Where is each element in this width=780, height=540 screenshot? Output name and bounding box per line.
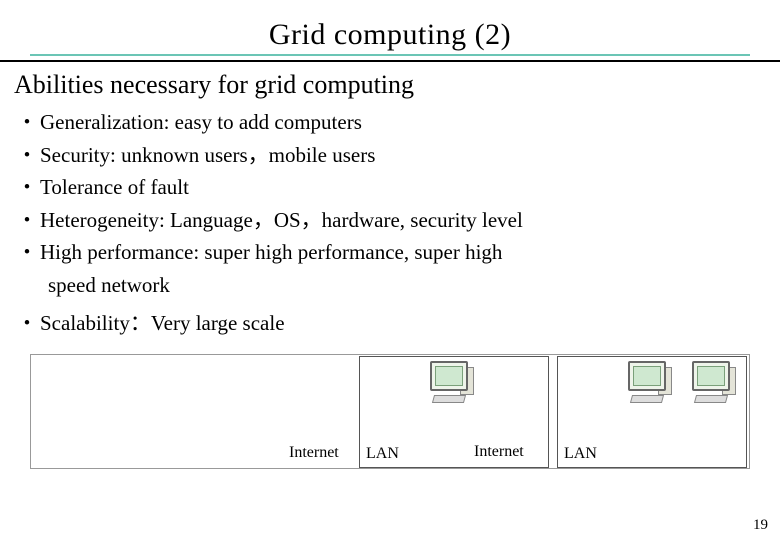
bullet-dot-icon: ・	[14, 236, 40, 269]
slide: Grid computing (2) Abilities necessary f…	[0, 0, 780, 540]
bullet-text: Generalization: easy to add computers	[40, 106, 766, 139]
bullet-item: ・ Scalability：Very large scale	[14, 307, 766, 340]
bullet-list: ・ Generalization: easy to add computers …	[0, 106, 780, 340]
screen-icon	[633, 366, 661, 386]
internet-label: Internet	[289, 444, 339, 462]
network-diagram: Internet LAN Internet LAN	[30, 354, 750, 469]
lan-box: LAN Internet	[359, 356, 549, 468]
lan-label: LAN	[564, 445, 597, 463]
bullet-dot-icon: ・	[14, 139, 40, 172]
bullet-dot-icon: ・	[14, 106, 40, 139]
monitor-icon	[628, 361, 666, 391]
bullet-dot-icon: ・	[14, 171, 40, 204]
title-underline	[30, 54, 750, 56]
bullet-continuation: speed network	[14, 269, 766, 302]
lan-box: LAN	[557, 356, 747, 468]
monitor-icon	[692, 361, 730, 391]
bullet-text: Scalability：Very large scale	[40, 307, 766, 340]
bullet-item: ・ Security: unknown users，mobile users	[14, 139, 766, 172]
bullet-item: ・ High performance: super high performan…	[14, 236, 766, 269]
computer-icon	[426, 361, 472, 415]
computer-icon	[624, 361, 670, 415]
slide-title: Grid computing (2)	[269, 18, 511, 52]
lan-label: LAN	[366, 445, 399, 463]
bullet-item: ・ Tolerance of fault	[14, 171, 766, 204]
bullet-text: Security: unknown users，mobile users	[40, 139, 766, 172]
computer-icon	[688, 361, 734, 415]
slide-subtitle: Abilities necessary for grid computing	[0, 62, 780, 106]
bullet-item: ・ Heterogeneity: Language，OS，hardware, s…	[14, 204, 766, 237]
bullet-text: High performance: super high performance…	[40, 236, 766, 269]
screen-icon	[435, 366, 463, 386]
bullet-text: Tolerance of fault	[40, 171, 766, 204]
keyboard-icon	[630, 395, 664, 403]
page-number: 19	[753, 517, 768, 534]
keyboard-icon	[694, 395, 728, 403]
bullet-dot-icon: ・	[14, 307, 40, 340]
keyboard-icon	[432, 395, 466, 403]
title-wrap: Grid computing (2)	[0, 0, 780, 56]
bullet-dot-icon: ・	[14, 204, 40, 237]
monitor-icon	[430, 361, 468, 391]
bullet-text: Heterogeneity: Language，OS，hardware, sec…	[40, 204, 766, 237]
screen-icon	[697, 366, 725, 386]
internet-label: Internet	[474, 443, 524, 461]
bullet-item: ・ Generalization: easy to add computers	[14, 106, 766, 139]
